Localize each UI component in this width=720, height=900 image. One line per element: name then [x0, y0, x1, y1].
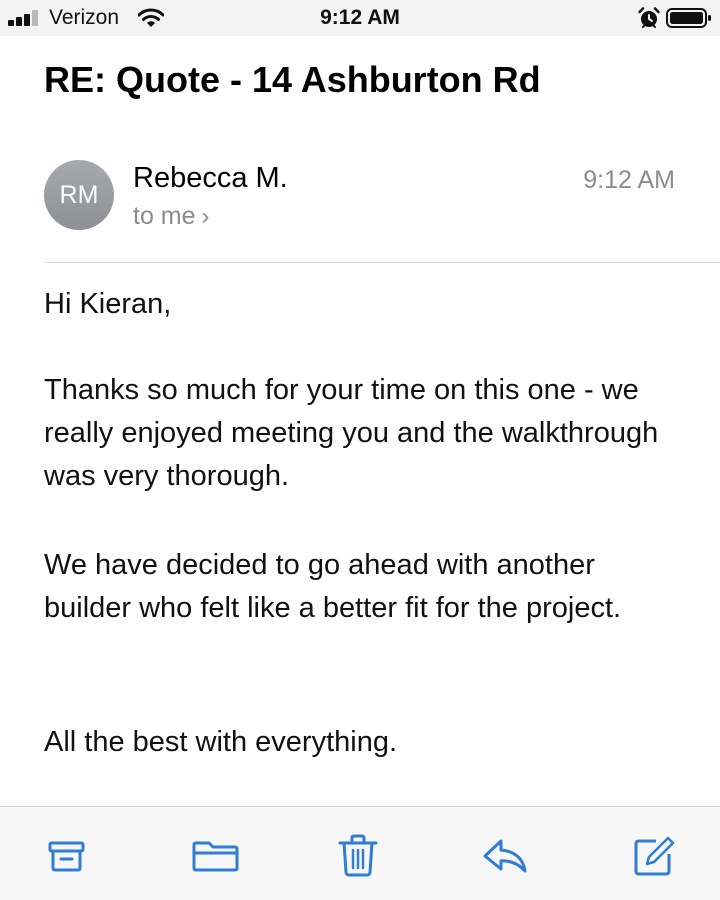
- chevron-right-icon: ›: [201, 203, 210, 230]
- compose-icon: [634, 836, 675, 876]
- reply-button[interactable]: [481, 831, 529, 879]
- email-screen: Verizon 9:12 AM RE: Quote - 14 Ashburton…: [0, 0, 720, 900]
- header-divider: [44, 262, 720, 263]
- compose-button[interactable]: [630, 831, 678, 879]
- move-folder-button[interactable]: [191, 831, 239, 879]
- email-paragraph-1: Thanks so much for your time on this one…: [44, 374, 659, 492]
- battery-icon: [666, 8, 711, 28]
- sender-name[interactable]: Rebecca M.: [133, 160, 288, 196]
- folder-icon: [192, 841, 239, 872]
- archive-button[interactable]: [44, 831, 92, 879]
- archive-icon: [48, 841, 85, 872]
- status-bar: Verizon 9:12 AM: [0, 0, 720, 36]
- email-greeting: Hi Kieran,: [44, 288, 172, 320]
- email-subject: RE: Quote - 14 Ashburton Rd: [44, 59, 541, 100]
- sent-time: 9:12 AM: [583, 166, 675, 194]
- email-paragraph-2: We have decided to go ahead with another…: [44, 549, 622, 624]
- trash-icon: [338, 834, 378, 877]
- status-time: 9:12 AM: [320, 6, 400, 29]
- recipient-details-toggle[interactable]: to me ›: [133, 199, 210, 234]
- recipient-label: to me: [133, 202, 196, 230]
- reply-icon: [483, 839, 527, 873]
- avatar[interactable]: RM: [44, 160, 114, 230]
- bottom-toolbar: [0, 806, 720, 900]
- alarm-icon: [638, 7, 660, 28]
- email-closing: All the best with everything.: [44, 726, 398, 758]
- delete-button[interactable]: [334, 831, 382, 879]
